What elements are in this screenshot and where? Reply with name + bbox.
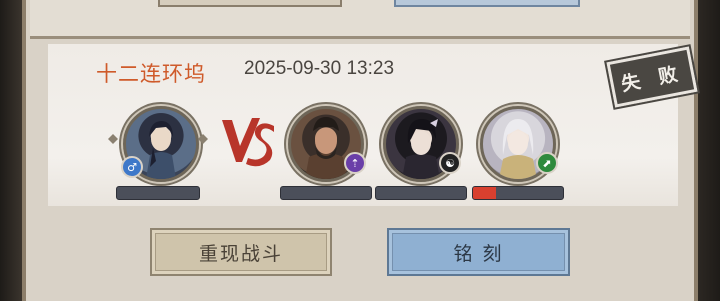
enemy-2-hp-bar [375,186,467,200]
defeat-stamp: 失 败 [604,43,700,111]
versus-icon [222,118,274,167]
ornament-right-icon [198,134,208,144]
green-boot-icon: ⬈ [536,152,558,174]
engrave-button[interactable]: 铭 刻 [387,228,570,276]
male-symbol: ♂ [121,156,143,178]
battle-timestamp: 2025-09-30 13:23 [244,58,395,79]
enemy-3-hp-fill [473,187,496,199]
previous-record-strip [30,0,690,39]
yin-yang-icon: ☯ [439,152,461,174]
previous-replay-button[interactable] [158,0,342,7]
ornament-left-icon [108,134,118,144]
battle-title: 十二连环坞 [96,62,206,86]
enemy-1-hp-bar [280,186,372,200]
battle-record-card: 十二连环坞 2025-09-30 13:23 失 败 ♂ VS [48,43,700,206]
previous-engrave-button[interactable] [394,0,580,7]
player-hp-bar [116,186,200,200]
purple-arrow-icon: ⇡ [344,152,366,174]
replay-battle-button[interactable]: 重现战斗 [150,228,332,276]
enemy-3-hp-bar [472,186,564,200]
battle-record-panel: 十二连环坞 2025-09-30 13:23 失 败 ♂ VS [22,0,700,301]
